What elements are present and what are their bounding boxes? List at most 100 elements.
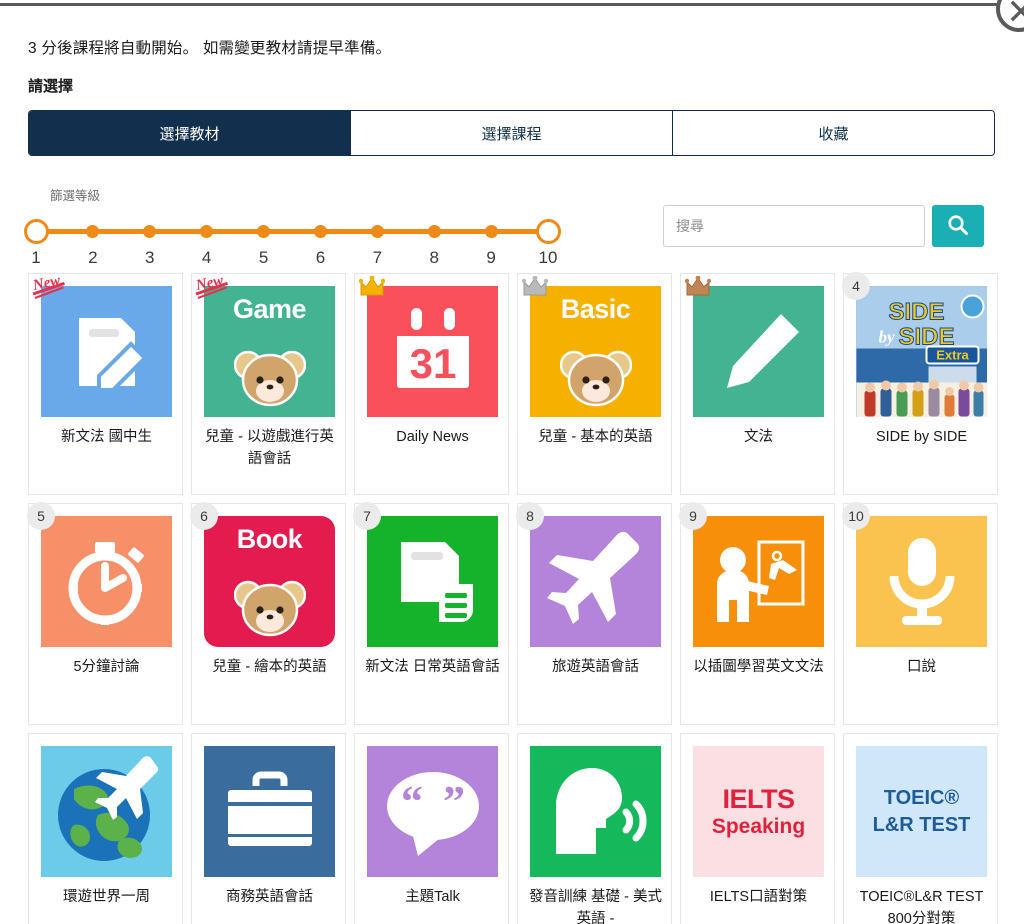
material-card[interactable]: IELTS Speaking IELTS口語對策 bbox=[680, 733, 835, 924]
slider-dot-3[interactable] bbox=[143, 225, 157, 238]
svg-text:by: by bbox=[878, 327, 895, 346]
close-icon[interactable] bbox=[996, 0, 1024, 32]
side-by-side-cover: SIDE SIDE by Extra bbox=[856, 286, 987, 417]
card-crown-badge bbox=[358, 275, 386, 302]
slider-dot-2[interactable] bbox=[86, 225, 100, 238]
card-title: 兒童 - 基本的英語 bbox=[538, 429, 653, 445]
briefcase-icon bbox=[204, 746, 335, 877]
slider-dot-8[interactable] bbox=[427, 225, 441, 238]
slider-track bbox=[36, 229, 548, 234]
material-card[interactable]: 5 5分鐘討論 bbox=[27, 502, 183, 725]
card-title: TOEIC®L&R TEST 800分對策 bbox=[859, 889, 984, 924]
material-card[interactable]: 31 Daily News bbox=[354, 273, 509, 495]
material-card[interactable]: TOEIC® L&R TEST TOEIC®L&R TEST 800分對策 bbox=[843, 733, 998, 924]
card-crown-badge bbox=[684, 275, 712, 302]
material-card[interactable]: 7 新文法 日常英語會話 bbox=[353, 502, 509, 725]
card-rank-badge: 8 bbox=[516, 502, 544, 530]
auto-start-notice: 3 分後課程將自動開始。 如需變更教材請提早準備。 bbox=[28, 40, 392, 57]
bear-book-icon: Book bbox=[204, 516, 335, 647]
search-input[interactable] bbox=[663, 205, 925, 247]
slider-tick-2: 2 bbox=[88, 248, 98, 267]
bear-basic-icon: Basic bbox=[530, 286, 661, 417]
level-filter: 篩選等級 1 2 3 4 5 6 7 8 9 10 bbox=[23, 185, 588, 272]
card-title: 旅遊英語會話 bbox=[552, 659, 639, 675]
material-card-grid: New 新文法 國中生 New Game 兒童 - 以遊戲進行英語會話 31 Daily N… bbox=[27, 272, 998, 924]
material-card[interactable]: 9 以插圖學習英文文法 bbox=[679, 502, 835, 725]
window-top-border bbox=[0, 3, 1003, 6]
slider-dot-7[interactable] bbox=[370, 225, 384, 238]
card-title: 發音訓練 基礎 - 美式英語 - bbox=[529, 889, 662, 924]
slider-tick-1: 1 bbox=[31, 248, 41, 267]
pencil-icon bbox=[693, 286, 824, 417]
level-range-slider[interactable] bbox=[23, 218, 561, 244]
slider-dot-6[interactable] bbox=[313, 225, 327, 238]
card-new-badge: New bbox=[194, 272, 234, 307]
card-rank-badge: 10 bbox=[842, 502, 870, 530]
slider-dot-9[interactable] bbox=[484, 225, 498, 238]
material-card[interactable]: 文法 bbox=[680, 273, 835, 495]
card-rank-badge: 7 bbox=[353, 502, 381, 530]
stopwatch-icon bbox=[41, 516, 172, 647]
card-title: 主題Talk bbox=[405, 889, 460, 905]
card-title: 兒童 - 繪本的英語 bbox=[212, 659, 327, 675]
card-title: 環遊世界一周 bbox=[63, 889, 150, 905]
globe-airplane-icon bbox=[41, 746, 172, 877]
material-card[interactable]: 6 Book 兒童 - 繪本的英語 bbox=[190, 502, 346, 725]
slider-tick-3: 3 bbox=[145, 248, 155, 267]
material-card[interactable]: 8 旅遊英語會話 bbox=[516, 502, 672, 725]
card-title: 兒童 - 以遊戲進行英語會話 bbox=[205, 429, 334, 468]
material-card[interactable]: New 新文法 國中生 bbox=[28, 272, 183, 495]
slider-tick-9: 9 bbox=[486, 248, 496, 267]
ielts-speaking-logo: IELTS Speaking bbox=[693, 746, 824, 877]
toeic-lr-test-logo: TOEIC® L&R TEST bbox=[856, 746, 987, 877]
material-card[interactable]: 環遊世界一周 bbox=[28, 733, 183, 924]
please-select-label: 請選擇 bbox=[28, 78, 74, 95]
material-card[interactable]: 4 SIDE SIDE by Extra SIDE by SIDE bbox=[842, 272, 998, 495]
whiteboard-person-icon bbox=[693, 516, 824, 647]
slider-tick-6: 6 bbox=[315, 248, 326, 267]
tab-select-course[interactable]: 選擇課程 bbox=[351, 111, 673, 155]
slider-tick-labels: 1 2 3 4 5 6 7 8 9 10 bbox=[28, 248, 558, 272]
material-card[interactable]: “” 主題Talk bbox=[354, 733, 509, 924]
card-title: 文法 bbox=[744, 429, 773, 445]
search-icon bbox=[946, 213, 970, 240]
card-title: 5分鐘討論 bbox=[73, 659, 140, 675]
speech-bubble-quote-icon: “” bbox=[367, 746, 498, 877]
slider-dot-4[interactable] bbox=[200, 225, 214, 238]
slider-dot-5[interactable] bbox=[257, 225, 271, 238]
material-card[interactable]: 商務英語會話 bbox=[191, 733, 346, 924]
material-card[interactable]: 10 口說 bbox=[842, 502, 998, 725]
card-rank-badge: 4 bbox=[842, 272, 870, 300]
slider-tick-7: 7 bbox=[372, 248, 383, 267]
calendar-31-icon: 31 bbox=[367, 286, 498, 417]
material-card[interactable]: New Game 兒童 - 以遊戲進行英語會話 bbox=[191, 272, 346, 495]
search-button[interactable] bbox=[932, 205, 984, 247]
slider-tick-4: 4 bbox=[201, 248, 212, 267]
card-title: 新文法 國中生 bbox=[60, 429, 153, 445]
speaking-head-icon bbox=[530, 746, 661, 877]
airplane-icon bbox=[530, 516, 661, 647]
tab-favorites[interactable]: 收藏 bbox=[673, 111, 994, 155]
slider-handle-max[interactable] bbox=[535, 219, 561, 244]
slider-handle-min[interactable] bbox=[23, 219, 49, 244]
svg-text:Extra: Extra bbox=[936, 347, 969, 362]
material-selection-screen: 3 分後課程將自動開始。 如需變更教材請提早準備。 請選擇 選擇教材 選擇課程 … bbox=[0, 0, 1024, 924]
card-title: 以插圖學習英文文法 bbox=[693, 659, 824, 675]
slider-tick-8: 8 bbox=[429, 248, 439, 267]
card-rank-badge: 5 bbox=[27, 502, 55, 530]
card-title: SIDE by SIDE bbox=[875, 429, 968, 445]
material-card[interactable]: Basic 兒童 - 基本的英語 bbox=[517, 273, 672, 495]
svg-text:”: ” bbox=[443, 777, 465, 826]
svg-text:SIDE: SIDE bbox=[888, 298, 944, 325]
slider-tick-10: 10 bbox=[538, 248, 558, 267]
search-area bbox=[663, 205, 984, 247]
material-card[interactable]: 發音訓練 基礎 - 美式英語 - bbox=[517, 733, 672, 924]
card-title: 口說 bbox=[907, 659, 936, 675]
card-title: Daily News bbox=[396, 429, 469, 445]
tab-select-material[interactable]: 選擇教材 bbox=[29, 111, 351, 155]
card-title: 新文法 日常英語會話 bbox=[365, 659, 500, 675]
book-note-icon bbox=[367, 516, 498, 647]
card-title: IELTS口語對策 bbox=[709, 889, 808, 905]
card-rank-badge: 9 bbox=[679, 502, 707, 530]
svg-text:“: “ bbox=[401, 777, 423, 826]
